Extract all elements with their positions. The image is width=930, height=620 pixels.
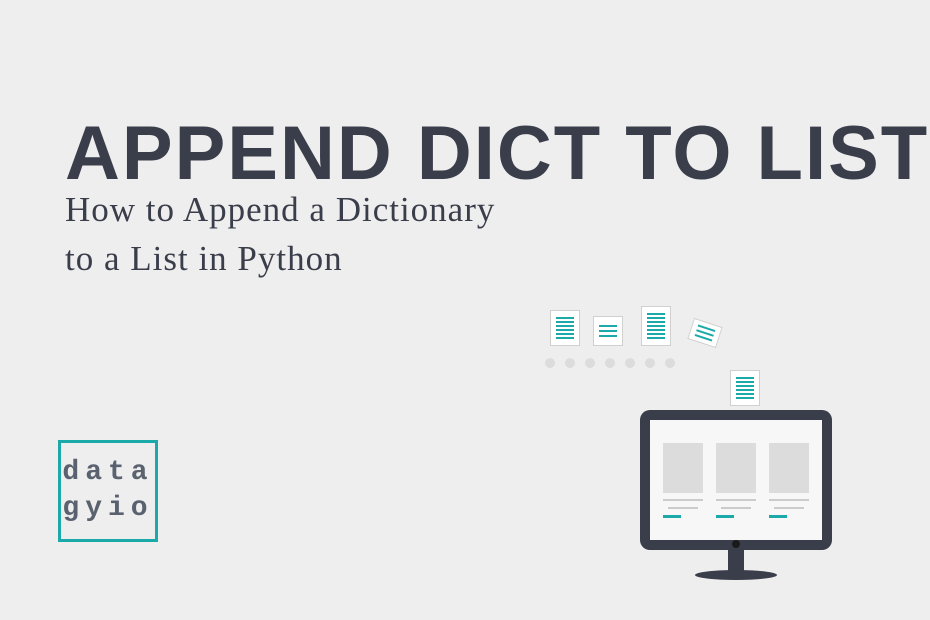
dot [625,358,635,368]
doc-line [647,313,665,315]
monitor-stand [728,550,744,572]
monitor-frame [640,410,832,550]
screen-block [663,443,703,493]
screen-block [769,443,809,493]
subtitle-line-1: How to Append a Dictionary [65,190,495,229]
doc-line [647,333,665,335]
doc-line [556,337,574,339]
document-icon [730,370,760,406]
logo-text-line-1: data [62,455,153,491]
doc-line [556,333,574,335]
document-icon [641,306,671,346]
doc-line [647,321,665,323]
dot [605,358,615,368]
screen-line [663,499,703,501]
doc-line [736,393,754,395]
monitor-screen [650,420,822,540]
doc-line [556,325,574,327]
dot [645,358,655,368]
screen-card [769,443,809,518]
screen-line [769,499,809,501]
screen-accent [663,515,681,518]
subtitle-line-2: to a List in Python [65,239,343,278]
doc-line [647,337,665,339]
dot [665,358,675,368]
doc-line [599,335,617,337]
dot [565,358,575,368]
document-icon [593,316,623,346]
doc-line [736,381,754,383]
document-icon [550,310,580,346]
doc-line [736,385,754,387]
document-icon [687,318,722,348]
doc-line [647,317,665,319]
screen-card [663,443,703,518]
monitor-button [732,540,740,548]
doc-line [556,317,574,319]
doc-line [599,330,617,332]
brand-logo: data gyio [58,440,158,542]
doc-line [736,377,754,379]
page-subtitle: How to Append a Dictionary to a List in … [65,185,495,283]
doc-line [599,325,617,327]
doc-line [647,329,665,331]
doc-line [647,325,665,327]
doc-line [556,329,574,331]
doc-line [556,321,574,323]
doc-line [736,389,754,391]
doc-line [736,397,754,399]
dot [545,358,555,368]
screen-line [716,499,756,501]
screen-line [774,507,804,509]
screen-block [716,443,756,493]
monitor-base [695,570,777,580]
logo-text-line-2: gyio [62,491,153,527]
screen-line [668,507,698,509]
screen-accent [716,515,734,518]
screen-line [721,507,751,509]
dot [585,358,595,368]
monitor-illustration [545,300,875,580]
page-title: APPEND DICT TO LIST [65,110,929,197]
screen-card [716,443,756,518]
screen-accent [769,515,787,518]
dots-decoration [545,358,675,368]
